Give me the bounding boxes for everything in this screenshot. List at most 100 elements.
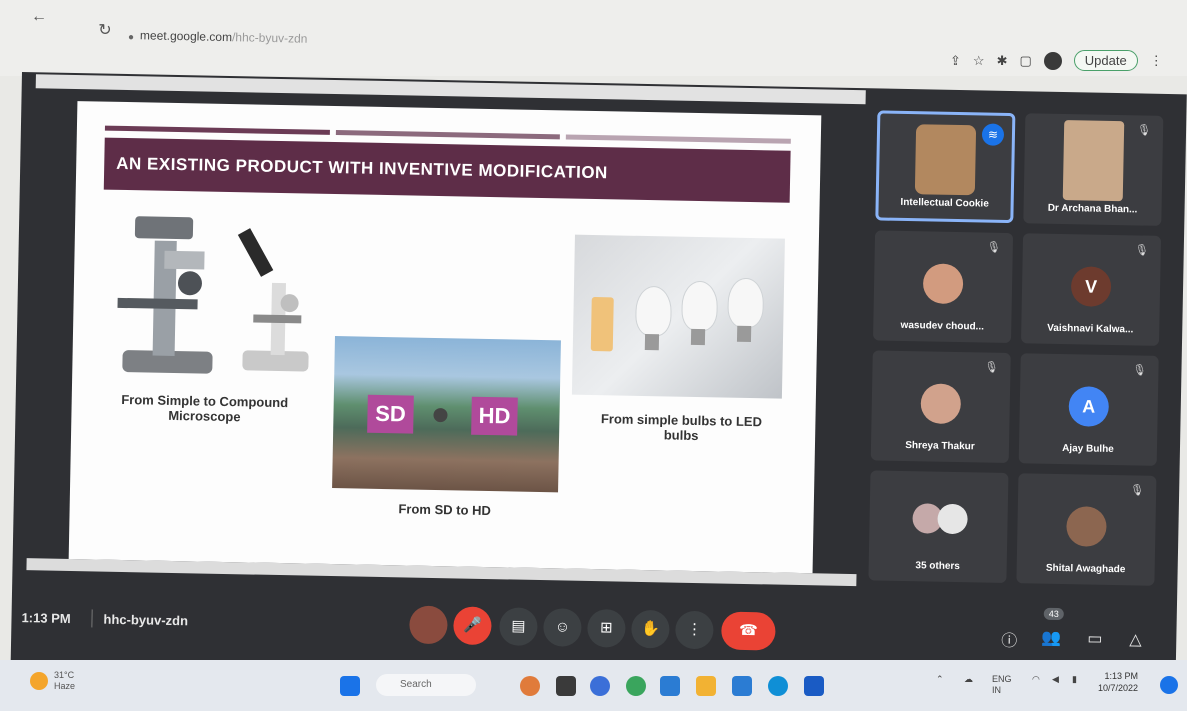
caption-microscope: From Simple to Compound Microscope: [121, 391, 289, 425]
url-path: /hhc-byuv-zdn: [231, 30, 308, 46]
participant-video: [914, 124, 977, 196]
mic-off-icon: 🎙: [986, 241, 1001, 254]
sun-icon: [30, 672, 48, 690]
search-box[interactable]: Search: [376, 674, 476, 696]
star-icon[interactable]: ☆: [973, 53, 985, 69]
participant-tile-4[interactable]: V 🎙 Vaishnavi Kalwa...: [1020, 233, 1162, 346]
meeting-time: 1:13 PM: [21, 610, 71, 627]
bulb-icon: [635, 285, 673, 337]
bulb-base-icon: [690, 328, 706, 346]
avatar: [937, 503, 968, 535]
participant-video: [1062, 120, 1125, 202]
weather-condition: Haze: [54, 681, 76, 691]
mic-off-icon: 🎙: [1137, 124, 1152, 137]
bulb-icon: [681, 280, 719, 332]
self-view-thumbnail[interactable]: [409, 605, 448, 645]
language-indicator[interactable]: ENG IN: [992, 674, 1012, 696]
more-icon[interactable]: ⋮: [1150, 53, 1163, 69]
browser-toolbar: ⇪ ☆ ✱ ▢ Update ⋮: [950, 50, 1163, 71]
participant-tile-8[interactable]: 🎙 Shital Awaghade: [1016, 473, 1157, 586]
system-clock[interactable]: 1:13 PM 10/7/2022: [1098, 670, 1138, 694]
avatar: A: [1068, 386, 1110, 427]
participant-name: Intellectual Cookie: [900, 196, 989, 210]
slide-title: AN EXISTING PRODUCT WITH INVENTIVE MODIF…: [103, 137, 791, 203]
participant-name: Ajay Bulhe: [1062, 443, 1114, 456]
more-options-button[interactable]: ⋮: [675, 610, 714, 650]
mic-off-icon: 🎙: [984, 361, 999, 374]
avatar: V: [1070, 266, 1112, 307]
meet-window: AN EXISTING PRODUCT WITH INVENTIVE MODIF…: [10, 72, 1187, 685]
avatar: [1066, 506, 1107, 547]
avatar: [922, 263, 964, 305]
candle-icon: [590, 296, 614, 352]
participant-tile-1[interactable]: ≋ Intellectual Cookie: [875, 110, 1016, 224]
bulb-base-icon: [736, 325, 752, 343]
info-icon[interactable]: ⓘ: [1001, 627, 1017, 651]
raise-hand-button[interactable]: ✋: [631, 609, 670, 649]
compound-microscope-image: [117, 216, 213, 374]
store-icon[interactable]: [732, 676, 752, 696]
mic-off-icon: 🎙: [1134, 244, 1149, 257]
participant-name: wasudev choud...: [900, 319, 985, 333]
notification-icon[interactable]: [1160, 676, 1178, 694]
participant-count-badge: 43: [1043, 607, 1064, 621]
tray-icon[interactable]: ☁: [964, 674, 973, 685]
speaking-indicator-icon: ≋: [981, 123, 1005, 146]
participant-tile-6[interactable]: A 🎙 Ajay Bulhe: [1018, 353, 1159, 466]
mail-icon[interactable]: [660, 676, 680, 696]
chevron-up-icon[interactable]: ⌃: [936, 674, 944, 685]
participant-tile-2[interactable]: 🎙 Dr Archana Bhan...: [1023, 113, 1164, 226]
start-icon[interactable]: [340, 676, 360, 696]
mic-off-button[interactable]: 🎤: [453, 606, 492, 646]
edge-icon[interactable]: [768, 676, 788, 696]
share-icon[interactable]: ⇪: [950, 53, 961, 69]
arrow-left-icon[interactable]: ←: [28, 6, 50, 28]
sd-to-hd-image: SD HD: [332, 336, 561, 493]
clock-date: 10/7/2022: [1098, 683, 1139, 693]
mic-off-icon: 🎙: [1130, 484, 1145, 497]
app-icon[interactable]: [520, 676, 540, 696]
simple-microscope-image: [237, 228, 309, 372]
people-icon[interactable]: 👥: [1041, 628, 1061, 648]
url-host: meet.google.com: [139, 28, 233, 45]
bulb-base-icon: [644, 334, 660, 351]
arrow-icon: [433, 407, 448, 423]
address-bar[interactable]: meet.google.com/hhc-byuv-zdn: [140, 28, 308, 46]
activities-icon[interactable]: △: [1129, 629, 1142, 649]
profile-avatar[interactable]: [1043, 51, 1062, 70]
caption-bulbs: From simple bulbs to LED bulbs: [600, 411, 763, 444]
bulbs-image: [571, 234, 785, 399]
emoji-button[interactable]: ☺: [543, 608, 582, 647]
captions-button[interactable]: ▤: [499, 607, 538, 646]
task-view-icon[interactable]: [556, 676, 576, 696]
chrome-icon[interactable]: [626, 676, 646, 696]
sidebar-icon[interactable]: ▢: [1019, 53, 1031, 69]
word-icon[interactable]: [804, 676, 824, 696]
present-button[interactable]: ⊞: [587, 608, 626, 648]
participant-tile-5[interactable]: 🎙 Shreya Thakur: [870, 350, 1011, 464]
weather-widget[interactable]: 31°C Haze: [30, 670, 75, 692]
reload-icon[interactable]: ↻: [94, 20, 116, 42]
wifi-icon[interactable]: ◠: [1032, 674, 1040, 685]
participant-name: Vaishnavi Kalwa...: [1047, 322, 1134, 336]
hd-label: HD: [471, 396, 518, 436]
update-button[interactable]: Update: [1073, 50, 1138, 71]
mic-off-icon: 🎙: [1132, 364, 1147, 377]
taskbar: 31°C Haze Search ⌃ ☁ ENG IN ◠ ◀ ▮ 1:13 P…: [0, 660, 1187, 711]
file-explorer-icon[interactable]: [696, 676, 716, 696]
volume-icon[interactable]: ◀: [1052, 674, 1059, 685]
language-secondary: IN: [992, 685, 1001, 695]
extensions-icon[interactable]: ✱: [997, 53, 1008, 69]
participant-name: Dr Archana Bhan...: [1047, 202, 1138, 216]
participant-tile-others[interactable]: 35 others: [868, 470, 1009, 583]
participant-name: Shreya Thakur: [905, 440, 975, 453]
participant-name: Shital Awaghade: [1045, 562, 1126, 576]
chat-app-icon[interactable]: [590, 676, 610, 696]
browser-chrome: ← ↻ ● meet.google.com/hhc-byuv-zdn ⇪ ☆ ✱…: [0, 0, 1187, 76]
leave-call-button[interactable]: ☎: [721, 611, 776, 651]
participant-tile-3[interactable]: 🎙 wasudev choud...: [873, 230, 1014, 344]
lock-icon[interactable]: ●: [128, 32, 134, 43]
chat-icon[interactable]: ▭: [1087, 629, 1103, 649]
battery-icon[interactable]: ▮: [1072, 674, 1077, 685]
meeting-code: hhc-byuv-zdn: [103, 611, 189, 629]
